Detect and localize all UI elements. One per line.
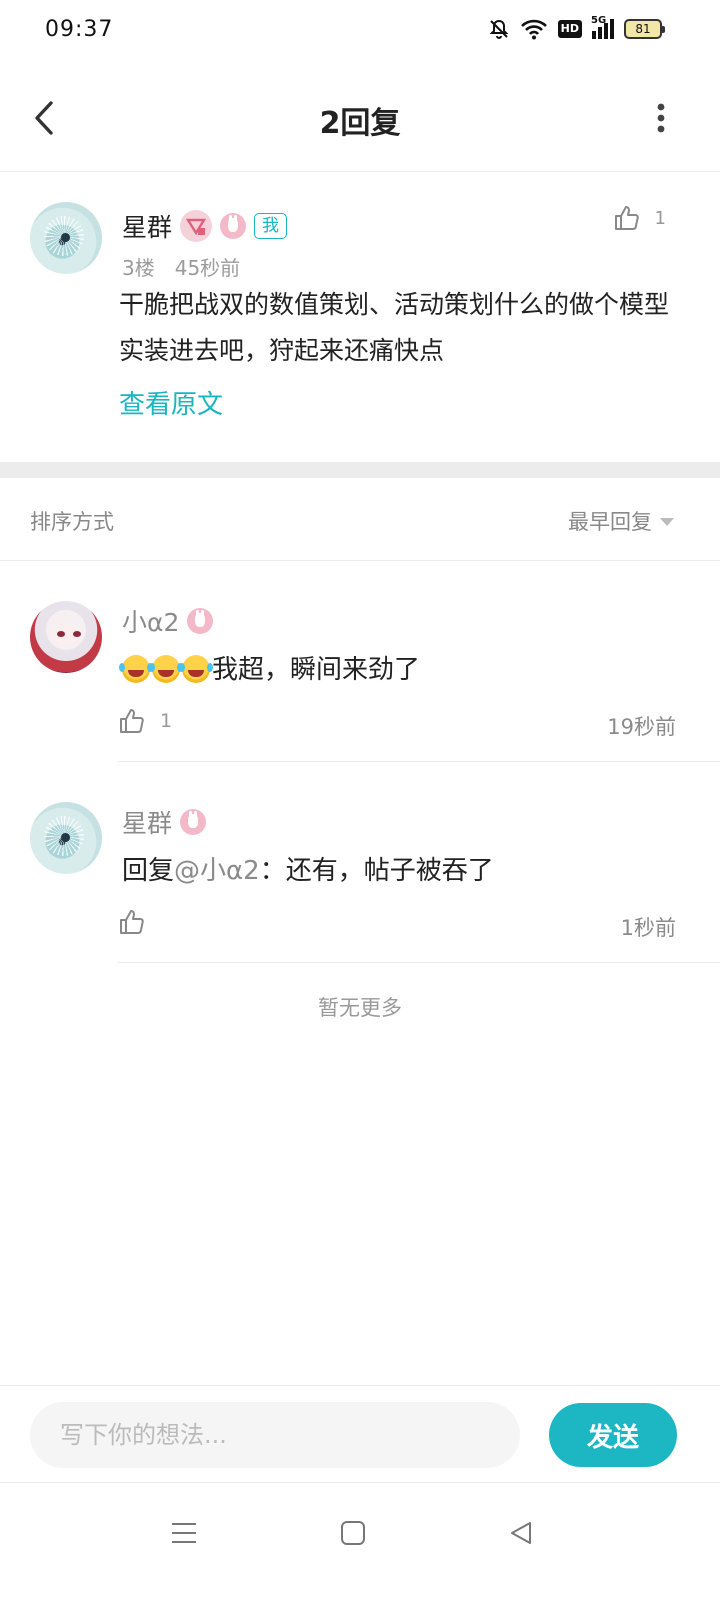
reply-text: 我超，瞬间来劲了	[119, 649, 421, 686]
sort-selected: 最早回复	[568, 510, 652, 534]
floor-number: 3楼	[122, 256, 155, 280]
author-name[interactable]: 星群	[122, 804, 172, 840]
menu-icon	[172, 1523, 196, 1543]
thumbs-up-icon	[614, 206, 639, 230]
sort-dropdown[interactable]: 最早回复	[568, 506, 674, 536]
sort-bar: 排序方式 最早回复	[0, 478, 720, 561]
avatar[interactable]	[30, 802, 102, 874]
section-divider	[0, 462, 720, 478]
sort-label: 排序方式	[30, 510, 114, 534]
me-tag: 我	[254, 213, 288, 239]
like-button[interactable]: 1	[613, 204, 666, 232]
like-button[interactable]: 1	[118, 707, 172, 735]
mention-link[interactable]: @小α2	[174, 856, 260, 886]
reply-item: 星群 回复@小α2：还有，帖子被吞了 1秒前	[0, 762, 720, 963]
author-name[interactable]: 小α2	[122, 603, 179, 639]
send-button[interactable]: 发送	[549, 1403, 677, 1467]
caret-down-icon	[660, 518, 674, 526]
rofl-emoji-icon	[179, 655, 210, 683]
no-more-label: 暂无更多	[318, 996, 402, 1020]
reply-body: 我超，瞬间来劲了	[212, 655, 421, 685]
bunny-badge-icon	[187, 608, 214, 634]
header: 2回复	[0, 66, 720, 172]
comment-time: 45秒前	[174, 256, 241, 280]
bunny-badge-icon	[180, 809, 207, 835]
like-count: 1	[160, 710, 173, 732]
reply-time: 19秒前	[607, 715, 676, 739]
like-count: 1	[654, 207, 666, 229]
battery-level: 81	[635, 22, 651, 36]
main-comment: 星群 我 1 3楼 45秒前 干脆把战双的数值策划、活动策划什么的做个模型实装进…	[0, 172, 720, 462]
divider	[118, 962, 720, 963]
more-button[interactable]	[646, 98, 676, 138]
reply-composer: 发送	[0, 1385, 720, 1483]
reply-item: 小α2 我超，瞬间来劲了 1 19秒前	[0, 561, 720, 762]
reply-text: 回复@小α2：还有，帖子被吞了	[122, 850, 494, 887]
hd-badge: HD	[557, 20, 582, 38]
network-label: 5G	[591, 15, 607, 26]
reply-input[interactable]	[30, 1402, 520, 1468]
more-vertical-icon	[657, 103, 665, 133]
level-badge-icon	[180, 210, 213, 242]
battery-icon: 81	[624, 19, 665, 39]
square-icon	[341, 1521, 365, 1545]
page-title: 2回复	[319, 106, 401, 141]
author-name[interactable]: 星群	[122, 208, 172, 244]
back-nav-button[interactable]	[499, 1511, 543, 1555]
status-icons: HD 5G 81	[488, 15, 665, 40]
thumbs-up-icon	[120, 910, 144, 934]
status-bar: 09:37 HD 5G 81	[0, 0, 720, 66]
reply-body: ：还有，帖子被吞了	[259, 856, 494, 886]
status-time: 09:37	[45, 17, 114, 42]
view-original-link[interactable]: 查看原文	[119, 384, 223, 421]
bell-off-icon	[488, 18, 510, 40]
avatar[interactable]	[30, 601, 102, 673]
thumbs-up-icon	[120, 709, 144, 733]
rofl-emoji-icon	[149, 655, 180, 683]
wifi-icon	[520, 18, 548, 40]
signal-icon: 5G	[591, 15, 614, 39]
bunny-badge-icon	[220, 213, 247, 239]
comment-meta: 3楼 45秒前	[122, 252, 240, 281]
system-nav-bar	[0, 1483, 720, 1600]
triangle-back-icon	[511, 1522, 531, 1544]
author-row: 星群 我	[122, 208, 288, 244]
rofl-emoji-icon	[119, 655, 150, 683]
reply-prefix: 回复	[122, 856, 175, 886]
comment-text: 干脆把战双的数值策划、活动策划什么的做个模型实装进去吧，狩起来还痛快点	[119, 290, 670, 365]
avatar[interactable]	[30, 202, 102, 274]
reply-time: 1秒前	[620, 916, 676, 940]
author-row: 小α2	[122, 603, 214, 639]
like-button[interactable]	[118, 908, 160, 936]
menu-button[interactable]	[162, 1511, 206, 1555]
home-button[interactable]	[331, 1511, 375, 1555]
author-row: 星群	[122, 804, 207, 840]
